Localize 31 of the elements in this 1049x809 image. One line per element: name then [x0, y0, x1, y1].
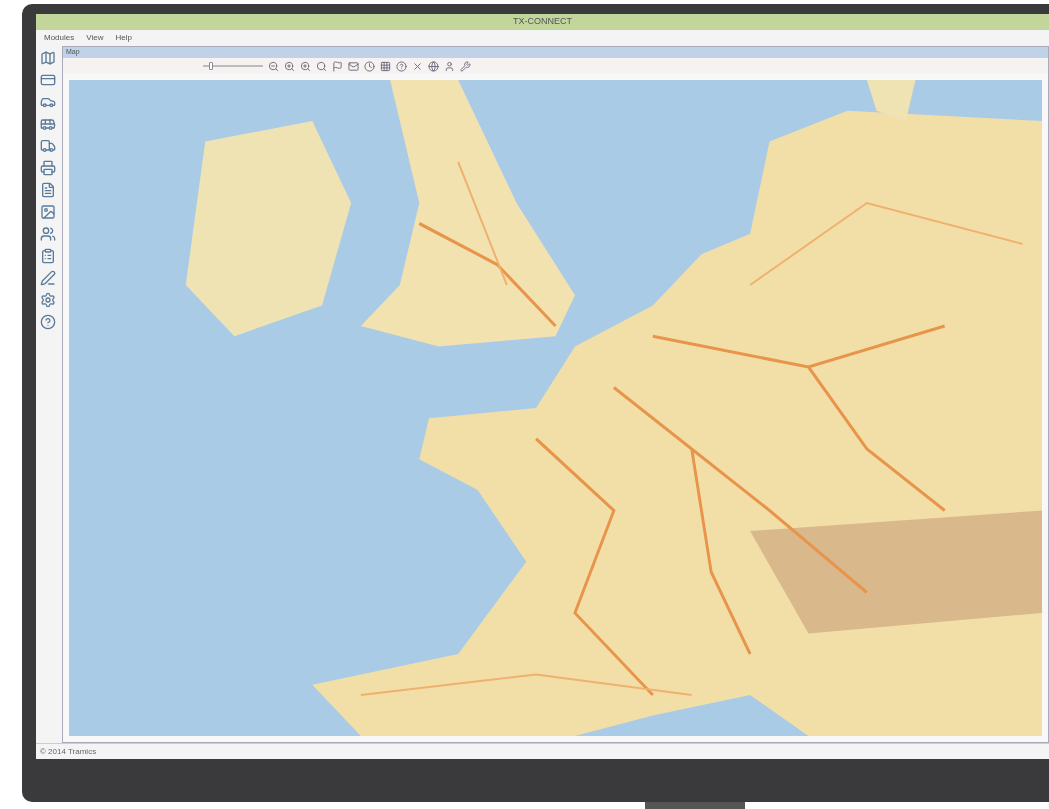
status-text: © 2014 Tramics [40, 745, 97, 758]
help-icon[interactable] [396, 60, 407, 72]
document-icon[interactable] [40, 182, 56, 198]
map-icon[interactable] [40, 50, 56, 66]
window-title: TX-CONNECT [513, 15, 572, 29]
settings-icon[interactable] [40, 292, 56, 308]
help-icon[interactable] [40, 314, 56, 330]
flag-icon[interactable] [332, 60, 343, 72]
close-icon[interactable] [412, 60, 423, 72]
grid-icon[interactable] [380, 60, 391, 72]
zoom-in-icon[interactable] [284, 60, 295, 72]
bus-icon[interactable] [40, 116, 56, 132]
zoom-in-icon[interactable] [300, 60, 311, 72]
globe-icon[interactable] [428, 60, 439, 72]
image-icon[interactable] [40, 204, 56, 220]
printer-icon[interactable] [40, 160, 56, 176]
person-icon[interactable] [444, 60, 455, 72]
wrench-icon[interactable] [460, 60, 471, 72]
clock-icon[interactable] [364, 60, 375, 72]
mail-icon[interactable] [348, 60, 359, 72]
people-icon[interactable] [40, 226, 56, 242]
clipboard-icon[interactable] [40, 248, 56, 264]
truck-icon[interactable] [40, 138, 56, 154]
slider-thumb[interactable] [208, 62, 213, 70]
card-icon[interactable] [40, 72, 56, 88]
menu-item[interactable]: View [86, 32, 104, 44]
menu-item[interactable]: Modules [44, 32, 75, 44]
pen-icon[interactable] [40, 270, 56, 286]
menu-item[interactable]: Help [115, 32, 132, 44]
zoom-out-icon[interactable] [268, 60, 279, 72]
search-icon[interactable] [316, 60, 327, 72]
